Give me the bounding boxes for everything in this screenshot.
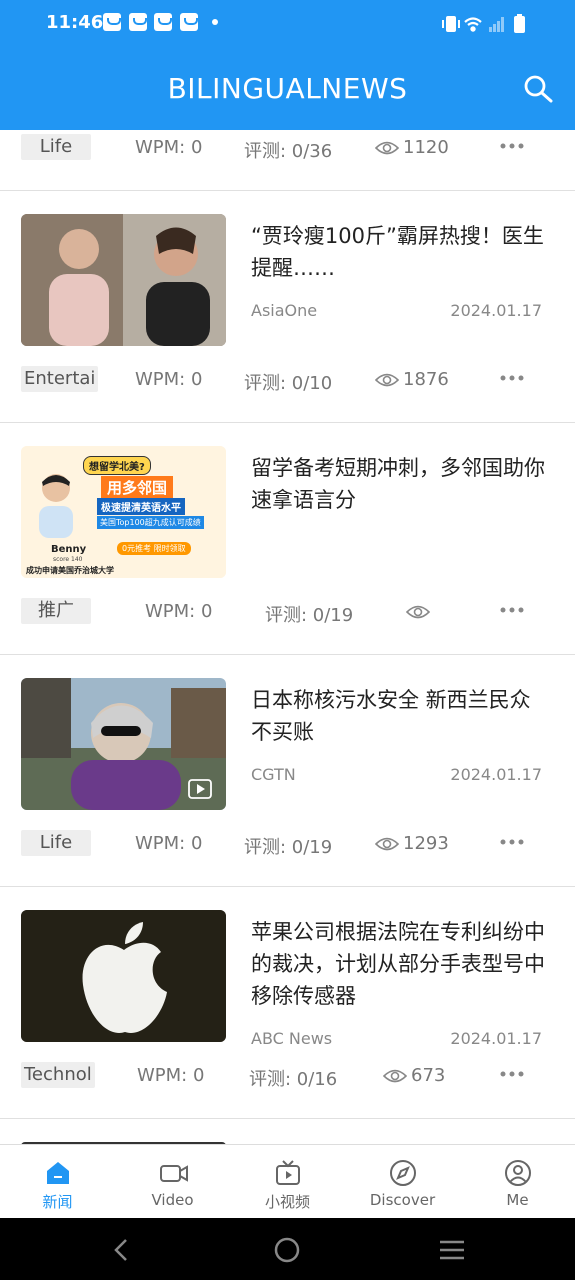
vibrate-icon <box>442 16 460 32</box>
article-date: 2024.01.17 <box>450 765 542 784</box>
ad-person-name: Benny <box>51 544 87 555</box>
article-title[interactable]: 留学备考短期冲刺，多邻国助你速拿语言分 <box>251 452 551 516</box>
back-icon[interactable] <box>108 1236 136 1264</box>
divider <box>0 654 575 655</box>
news-icon <box>47 1162 69 1184</box>
article-source: AsiaOne <box>251 301 318 320</box>
ad-promo: 0元推考 限时领取 <box>117 542 191 555</box>
evaluation-count: 评测: 0/19 <box>244 837 333 858</box>
divider <box>0 190 575 191</box>
notification-icon <box>180 13 198 31</box>
status-time: 11:46 <box>46 12 104 33</box>
video-camera-icon <box>160 1165 188 1182</box>
article-title[interactable]: 苹果公司根据法院在专利纠纷中的裁决，计划从部分手表型号中移除传感器 <box>251 916 551 1012</box>
ad-headline: 用多邻国 <box>101 476 174 499</box>
divider <box>0 1118 575 1119</box>
system-navigation-bar <box>0 1218 575 1280</box>
article-meta-row: Life WPM: 0 评测: 0/19 1293 <box>0 826 575 866</box>
article-meta-row: Entertai WPM: 0 评测: 0/10 1876 <box>0 362 575 402</box>
more-options-icon[interactable] <box>500 374 524 382</box>
wpm-label: WPM: 0 <box>135 369 203 390</box>
bottom-navigation: 新闻 Video 小视频 Discover Me <box>0 1144 575 1218</box>
category-tag[interactable]: 推广 <box>21 598 91 624</box>
evaluation-count: 评测: 0/19 <box>265 605 354 626</box>
article-source: CGTN <box>251 765 296 784</box>
ad-top-note: 美国Top100超九成认可成绩 <box>97 516 204 529</box>
nav-tab-me[interactable]: Me <box>460 1145 575 1219</box>
nav-tab-news[interactable]: 新闻 <box>0 1145 115 1219</box>
evaluation-count: 评测: 0/16 <box>249 1069 338 1090</box>
app-bar: BILINGUALNEWS <box>0 48 575 130</box>
nav-label: Discover <box>369 1191 436 1209</box>
divider <box>0 422 575 423</box>
view-count: 1293 <box>403 833 449 854</box>
more-options-icon[interactable] <box>500 1070 524 1078</box>
more-options-icon[interactable] <box>500 606 524 614</box>
search-icon <box>524 75 553 103</box>
notification-icon <box>129 13 147 31</box>
article-meta-row: Technol WPM: 0 评测: 0/16 673 <box>0 1058 575 1098</box>
ad-footer: 成功申请美国乔治城大学 <box>26 566 114 575</box>
article-date: 2024.01.17 <box>450 1029 542 1048</box>
nav-label: 新闻 <box>42 1193 73 1211</box>
ad-subheadline: 极速提清英语水平 <box>97 498 185 515</box>
nav-tab-discover[interactable]: Discover <box>345 1145 460 1219</box>
more-options-icon[interactable] <box>500 838 524 846</box>
category-tag[interactable]: Life <box>21 830 91 856</box>
home-icon[interactable] <box>273 1236 301 1264</box>
battery-icon <box>514 14 525 33</box>
notification-icon <box>103 13 121 31</box>
evaluation-count: 评测: 0/10 <box>244 373 333 394</box>
eye-icon <box>375 837 399 851</box>
tv-play-icon <box>276 1160 300 1185</box>
article-meta-row: 推广 WPM: 0 评测: 0/19 <box>0 594 575 634</box>
wifi-icon <box>464 17 482 32</box>
ad-person-avatar <box>31 468 81 538</box>
nav-tab-short-video[interactable]: 小视频 <box>230 1145 345 1219</box>
evaluation-count: 评测: 0/36 <box>244 141 333 162</box>
view-count: 673 <box>411 1065 446 1086</box>
nav-label: Me <box>506 1191 529 1209</box>
article-title[interactable]: “贾玲瘦100斤”霸屏热搜！医生提醒…… <box>251 220 551 284</box>
ad-question: 想留学北美? <box>83 456 151 475</box>
eye-icon <box>375 141 399 155</box>
wpm-label: WPM: 0 <box>137 1065 205 1086</box>
article-date: 2024.01.17 <box>450 301 542 320</box>
news-feed[interactable]: Life WPM: 0 评测: 0/36 1120 “贾玲瘦100斤”霸屏热搜！… <box>0 130 575 1144</box>
nav-label: Video <box>151 1191 194 1209</box>
status-bar: 11:46 <box>0 0 575 48</box>
compass-icon <box>390 1160 416 1186</box>
ad-person-score: score 140 <box>53 556 83 563</box>
article-title[interactable]: 日本称核污水安全 新西兰民众不买账 <box>251 684 551 748</box>
article-meta-row: Life WPM: 0 评测: 0/36 1120 <box>0 130 575 170</box>
search-button[interactable] <box>521 72 555 106</box>
person-icon <box>505 1160 531 1186</box>
wpm-label: WPM: 0 <box>145 601 213 622</box>
nav-tab-video[interactable]: Video <box>115 1145 230 1219</box>
system-icons <box>441 13 531 39</box>
wpm-label: WPM: 0 <box>135 833 203 854</box>
signal-icon <box>489 17 504 32</box>
article-source: ABC News <box>251 1029 333 1048</box>
more-options-icon[interactable] <box>500 142 524 150</box>
article-thumbnail <box>21 214 226 346</box>
eye-icon <box>383 1069 407 1083</box>
recents-menu-icon[interactable] <box>438 1236 466 1264</box>
view-count: 1120 <box>403 137 449 158</box>
wpm-label: WPM: 0 <box>135 137 203 158</box>
article-thumbnail <box>21 910 226 1042</box>
app-title: BILINGUALNEWS <box>167 72 408 105</box>
divider <box>0 886 575 887</box>
eye-icon <box>406 605 430 619</box>
category-tag[interactable]: Life <box>21 134 91 160</box>
view-count: 1876 <box>403 369 449 390</box>
eye-icon <box>375 373 399 387</box>
notification-dot-icon <box>212 19 218 25</box>
nav-label: 小视频 <box>264 1193 310 1211</box>
category-tag[interactable]: Entertai <box>21 366 99 392</box>
article-thumbnail <box>21 678 226 810</box>
notification-icon <box>154 13 172 31</box>
category-tag[interactable]: Technol <box>21 1062 95 1088</box>
ad-banner-thumbnail: 想留学北美? 用多邻国 极速提清英语水平 美国Top100超九成认可成绩 0元推… <box>21 446 226 578</box>
